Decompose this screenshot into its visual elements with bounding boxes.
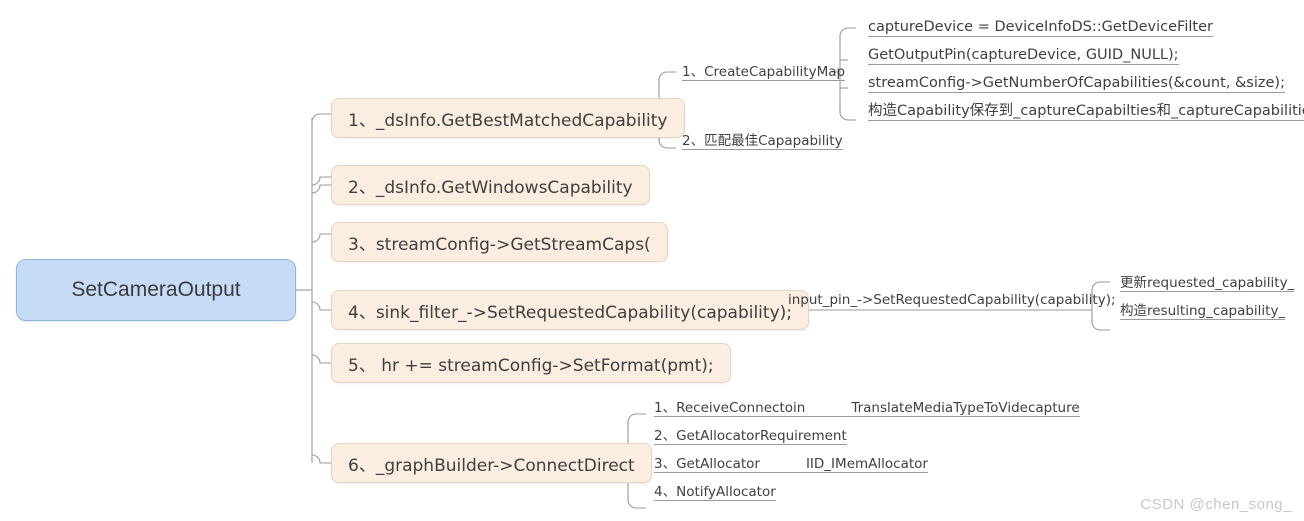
branch-node-1[interactable]: 1、_dsInfo.GetBestMatchedCapability [331,98,685,138]
branch-4-child-1-label: input_pin_->SetRequestedCapability(capab… [788,292,1116,309]
branch-1-child-1-label: 1、CreateCapabilityMap [682,64,846,81]
branch-4-child-1-grandchild-2[interactable]: 构造resulting_capability_ [1114,297,1291,323]
branch-4-child-1-grandchild-2-label: 构造resulting_capability_ [1120,303,1286,320]
branch-6-child-1[interactable]: 1、ReceiveConnectoin TranslateMediaTypeToV… [648,394,1086,420]
branch-node-5-label: 5、 hr += streamConfig->SetFormat(pmt); [348,355,714,376]
branch-4-child-1[interactable]: input_pin_->SetRequestedCapability(capab… [782,285,1122,311]
branch-node-2[interactable]: 2、_dsInfo.GetWindowsCapability [331,165,650,205]
branch-1-child-1-grandchild-1-label: captureDevice = DeviceInfoDS::GetDeviceF… [868,19,1213,37]
branch-1-child-1[interactable]: 1、CreateCapabilityMap [676,58,851,84]
branch-node-6[interactable]: 6、_graphBuilder->ConnectDirect [331,443,652,483]
branch-node-3-label: 3、streamConfig->GetStreamCaps( [348,234,651,255]
watermark: CSDN @chen_song_ [1140,496,1292,513]
branch-6-child-3[interactable]: 3、GetAllocator IID_IMemAllocator [648,450,934,476]
branch-1-child-1-grandchild-4-label: 构造Capability保存到_captureCapabilties和_capt… [868,103,1304,121]
branch-node-4[interactable]: 4、sink_filter_->SetRequestedCapability(c… [331,290,809,330]
branch-6-child-2[interactable]: 2、GetAllocatorRequirement [648,422,853,448]
branch-1-child-1-grandchild-1[interactable]: captureDevice = DeviceInfoDS::GetDeviceF… [862,14,1219,40]
branch-6-child-3-label: 3、GetAllocator IID_IMemAllocator [654,457,928,473]
branch-6-child-4[interactable]: 4、NotifyAllocator [648,478,782,504]
branch-1-child-2[interactable]: 2、匹配最佳Capapability [676,127,849,153]
branch-1-child-1-grandchild-3[interactable]: streamConfig->GetNumberOfCapabilities(&c… [862,70,1291,96]
branch-1-child-1-grandchild-2[interactable]: GetOutputPin(captureDevice, GUID_NULL); [862,42,1185,68]
branch-1-child-1-grandchild-2-label: GetOutputPin(captureDevice, GUID_NULL); [868,47,1179,65]
root-node-set-camera-output[interactable]: SetCameraOutput [16,259,296,321]
branch-1-child-2-label: 2、匹配最佳Capapability [682,133,843,150]
branch-node-4-label: 4、sink_filter_->SetRequestedCapability(c… [348,302,792,323]
branch-6-child-3-note: IID_IMemAllocator [805,456,928,473]
mindmap-canvas: SetCameraOutput 1、_dsInfo.GetBestMatched… [0,0,1304,521]
branch-4-child-1-grandchild-1[interactable]: 更新requested_capability_ [1114,269,1300,295]
branch-6-child-1-label: 1、ReceiveConnectoin TranslateMediaTypeToV… [654,401,1080,417]
branch-1-child-1-grandchild-3-label: streamConfig->GetNumberOfCapabilities(&c… [868,75,1285,93]
branch-node-1-label: 1、_dsInfo.GetBestMatchedCapability [348,110,668,131]
branch-node-3[interactable]: 3、streamConfig->GetStreamCaps( [331,222,668,262]
branch-6-child-4-label: 4、NotifyAllocator [654,484,776,501]
root-node-label: SetCameraOutput [71,278,241,301]
branch-6-child-1-note: TranslateMediaTypeToVidecapture [851,400,1080,417]
branch-node-5[interactable]: 5、 hr += streamConfig->SetFormat(pmt); [331,343,731,383]
branch-node-2-label: 2、_dsInfo.GetWindowsCapability [348,177,633,198]
branch-6-child-3-text: 3、GetAllocator [654,456,760,473]
branch-1-child-1-grandchild-4[interactable]: 构造Capability保存到_captureCapabilties和_capt… [862,98,1304,124]
branch-6-child-2-label: 2、GetAllocatorRequirement [654,428,847,445]
branch-node-6-label: 6、_graphBuilder->ConnectDirect [348,455,635,476]
branch-6-child-1-text: 1、ReceiveConnectoin [654,400,806,417]
branch-4-child-1-grandchild-1-label: 更新requested_capability_ [1120,275,1295,292]
